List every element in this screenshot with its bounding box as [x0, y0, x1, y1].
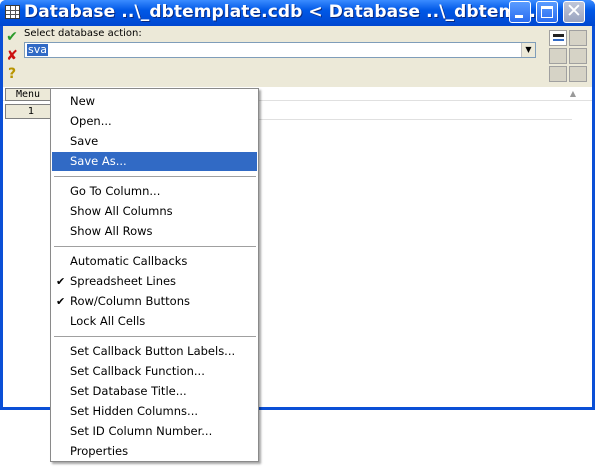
close-button[interactable]: ✕ [563, 0, 585, 23]
menu-item-label: Set Callback Button Labels... [70, 344, 236, 358]
context-menu: New Open... Save Save As... Go To Column... S… [50, 88, 259, 462]
menu-item[interactable]: Go To Column... [52, 182, 257, 201]
check-icon[interactable]: ✔ [5, 30, 19, 44]
menu-item-label: Set Hidden Columns... [70, 404, 198, 418]
menu-item-label: Lock All Cells [70, 314, 146, 328]
action-prompt-label: Select database action: [24, 28, 142, 39]
menu-item[interactable]: Show All Columns [52, 202, 257, 221]
menu-item-label: Set Database Title... [70, 384, 187, 398]
menu-separator [54, 176, 256, 177]
menu-item[interactable]: Save [52, 132, 257, 151]
menu-item-label: Properties [70, 444, 129, 458]
maximize-button[interactable] [536, 1, 558, 23]
title-bar[interactable]: Database ..\_dbtemplate.cdb < Database .… [0, 0, 595, 26]
menu-item-label: Set Callback Function... [70, 364, 205, 378]
toolbar-button[interactable] [569, 30, 587, 46]
menu-item[interactable]: Set ID Column Number... [52, 422, 257, 441]
checkmark-icon: ✔ [56, 275, 66, 288]
toolbar-button[interactable] [549, 48, 567, 64]
menu-item-label: Save [70, 134, 99, 148]
action-bar: ✔ ✘ ? Select database action: sva ▼ [3, 26, 592, 87]
copy-icon[interactable] [569, 48, 587, 64]
menu-button[interactable]: Menu [5, 88, 51, 101]
menu-item-label: Spreadsheet Lines [70, 274, 177, 288]
menu-item[interactable]: Lock All Cells [52, 312, 257, 331]
menu-separator [54, 246, 256, 247]
menu-item-label: Go To Column... [70, 184, 161, 198]
menu-item-label: Row/Column Buttons [70, 294, 190, 308]
menu-item[interactable]: Set Callback Function... [52, 362, 257, 381]
menu-item[interactable]: Open... [52, 112, 257, 131]
menu-separator [54, 336, 256, 337]
menu-item-label: Open... [70, 114, 112, 128]
menu-item[interactable]: New [52, 92, 257, 111]
checkmark-icon: ✔ [56, 295, 66, 308]
menu-item[interactable]: ✔ Row/Column Buttons [52, 292, 257, 311]
menu-item[interactable]: Show All Rows [52, 222, 257, 241]
keyboard-icon[interactable] [549, 66, 567, 82]
menu-item[interactable]: Set Hidden Columns... [52, 402, 257, 421]
window-title: Database ..\_dbtemplate.cdb < Database .… [24, 2, 536, 22]
layout-icon[interactable] [549, 30, 567, 46]
menu-item[interactable]: Set Callback Button Labels... [52, 342, 257, 361]
paste-icon[interactable] [569, 66, 587, 82]
minimize-button[interactable] [509, 1, 531, 23]
menu-item-label: Show All Rows [70, 224, 153, 238]
menu-item-label: New [70, 94, 96, 108]
menu-item[interactable]: Properties [52, 442, 257, 461]
action-combobox[interactable]: sva ▼ [24, 42, 536, 58]
action-combobox-value[interactable]: sva [27, 44, 48, 56]
menu-item[interactable]: Save As... [52, 152, 257, 171]
help-icon[interactable]: ? [5, 67, 19, 81]
menu-item-label: Show All Columns [70, 204, 173, 218]
chevron-up-icon[interactable]: ▲ [570, 89, 576, 98]
menu-item[interactable]: Set Database Title... [52, 382, 257, 401]
menu-item[interactable]: Automatic Callbacks [52, 252, 257, 271]
menu-item-label: Save As... [70, 154, 127, 168]
menu-item[interactable]: ✔ Spreadsheet Lines [52, 272, 257, 291]
cross-icon[interactable]: ✘ [5, 49, 19, 63]
menu-item-label: Set ID Column Number... [70, 424, 213, 438]
chevron-down-icon[interactable]: ▼ [521, 43, 535, 57]
table-icon [5, 5, 20, 19]
menu-item-label: Automatic Callbacks [70, 254, 188, 268]
